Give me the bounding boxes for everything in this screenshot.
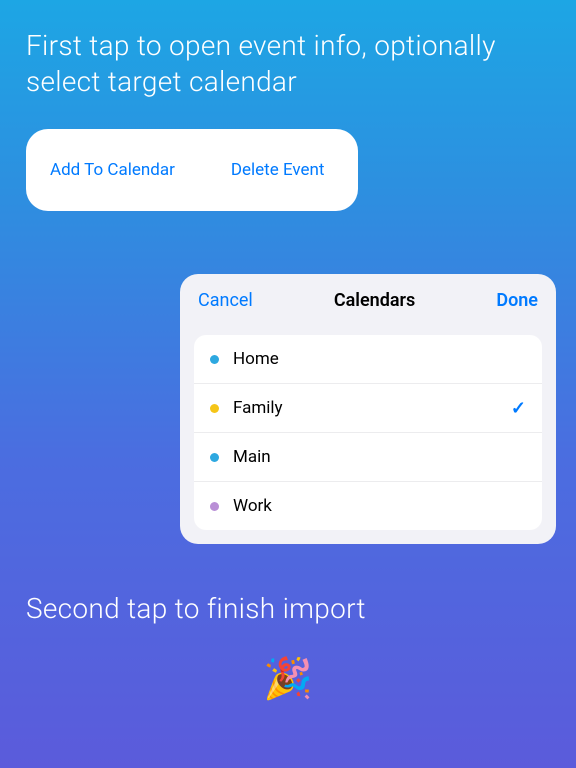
add-to-calendar-button[interactable]: Add To Calendar	[50, 160, 175, 180]
calendar-label: Main	[233, 447, 526, 467]
cancel-button[interactable]: Cancel	[198, 290, 253, 311]
picker-title: Calendars	[334, 290, 415, 311]
calendar-row-family[interactable]: Family ✓	[194, 384, 542, 433]
calendar-list: Home Family ✓ Main Work	[194, 335, 542, 530]
instruction-heading-1: First tap to open event info, optionally…	[0, 0, 576, 101]
calendar-row-main[interactable]: Main	[194, 433, 542, 482]
checkmark-icon: ✓	[511, 398, 526, 419]
calendar-dot-icon	[210, 502, 219, 511]
picker-header: Cancel Calendars Done	[180, 274, 556, 327]
calendar-label: Home	[233, 349, 526, 369]
calendar-dot-icon	[210, 404, 219, 413]
calendar-row-home[interactable]: Home	[194, 335, 542, 384]
calendar-picker-sheet: Cancel Calendars Done Home Family ✓ Main…	[180, 274, 556, 544]
event-action-card: Add To Calendar Delete Event	[26, 129, 358, 211]
calendar-label: Family	[233, 398, 526, 418]
calendar-row-work[interactable]: Work	[194, 482, 542, 530]
delete-event-button[interactable]: Delete Event	[231, 160, 325, 180]
calendar-dot-icon	[210, 453, 219, 462]
calendar-label: Work	[233, 496, 526, 516]
calendar-dot-icon	[210, 355, 219, 364]
instruction-heading-2: Second tap to finish import	[26, 592, 366, 625]
done-button[interactable]: Done	[496, 290, 538, 311]
party-popper-icon: 🎉	[263, 655, 313, 702]
